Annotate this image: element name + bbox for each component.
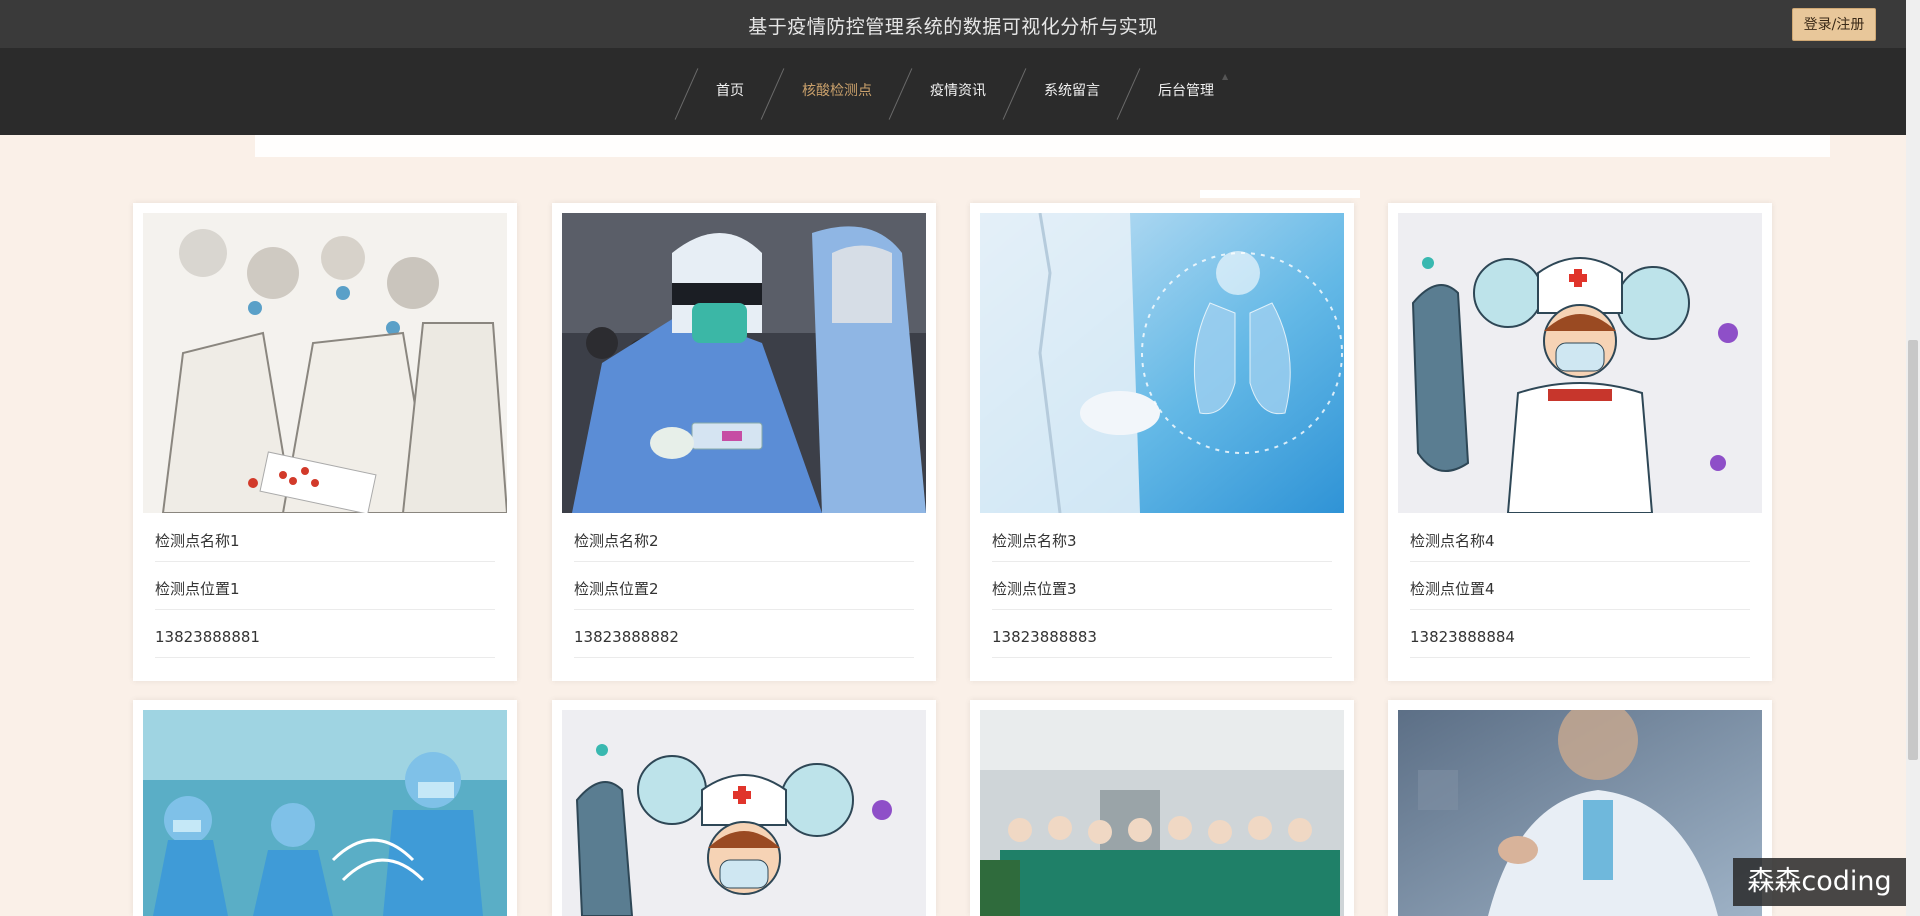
test-site-image[interactable] (1398, 213, 1762, 513)
test-site-phone: 13823888883 (992, 617, 1332, 658)
sketch-medical-team-image (143, 213, 507, 513)
test-site-name: 检测点名称2 (574, 521, 914, 562)
test-site-card[interactable] (552, 700, 936, 916)
test-site-card[interactable]: 检测点名称4 检测点位置4 13823888884 (1388, 203, 1772, 681)
test-site-phone: 13823888881 (155, 617, 495, 658)
test-site-phone: 13823888884 (1410, 617, 1750, 658)
test-site-grid: 检测点名称1 检测点位置1 13823888881 检测点名称2 检测点位置2 … (0, 0, 1920, 916)
cartoon-nurse-team-image (562, 710, 926, 916)
watermark: 森森coding (1733, 858, 1906, 906)
test-site-image[interactable] (562, 710, 926, 916)
test-site-image[interactable] (980, 213, 1344, 513)
test-site-location: 检测点位置2 (574, 569, 914, 610)
doctor-lung-graphic-image (980, 213, 1344, 513)
mask-factory-workers-image (143, 710, 507, 916)
test-site-card[interactable]: 检测点名称3 检测点位置3 13823888883 (970, 203, 1354, 681)
test-site-image[interactable] (143, 710, 507, 916)
test-site-card[interactable] (133, 700, 517, 916)
test-site-phone: 13823888882 (574, 617, 914, 658)
test-site-card[interactable]: 检测点名称1 检测点位置1 13823888881 (133, 203, 517, 681)
test-site-image[interactable] (1398, 710, 1762, 916)
test-site-name: 检测点名称1 (155, 521, 495, 562)
test-site-image[interactable] (143, 213, 507, 513)
medical-staff-group-image (980, 710, 1344, 916)
test-site-card[interactable] (1388, 700, 1772, 916)
cursor-icon: ▲ (1222, 72, 1229, 81)
test-site-card[interactable] (970, 700, 1354, 916)
doctor-portrait-image (1398, 710, 1762, 916)
test-site-location: 检测点位置4 (1410, 569, 1750, 610)
test-site-name: 检测点名称3 (992, 521, 1332, 562)
test-site-location: 检测点位置1 (155, 569, 495, 610)
protective-suit-worker-image (562, 213, 926, 513)
test-site-location: 检测点位置3 (992, 569, 1332, 610)
cartoon-nurse-team-image (1398, 213, 1762, 513)
test-site-card[interactable]: 检测点名称2 检测点位置2 13823888882 (552, 203, 936, 681)
test-site-name: 检测点名称4 (1410, 521, 1750, 562)
test-site-image[interactable] (562, 213, 926, 513)
test-site-image[interactable] (980, 710, 1344, 916)
page: 基于疫情防控管理系统的数据可视化分析与实现 登录/注册 首页 核酸检测点 疫情资… (0, 0, 1920, 916)
scrollbar-thumb[interactable] (1908, 340, 1918, 760)
